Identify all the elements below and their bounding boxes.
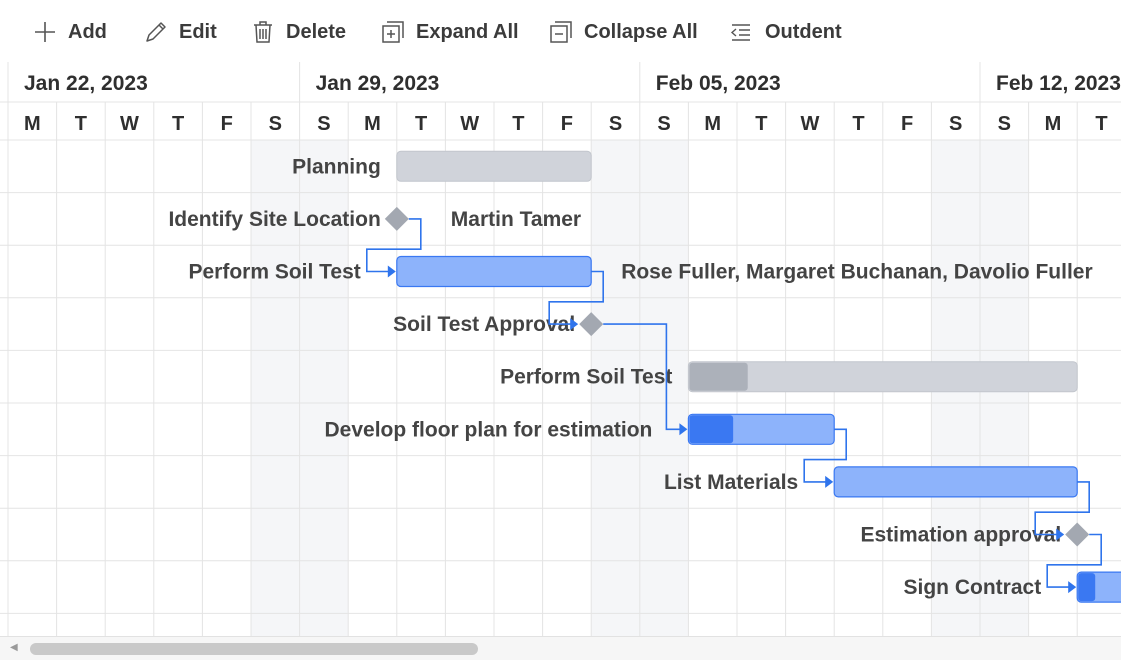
milestone-diamond[interactable] (384, 206, 409, 231)
task-name-label: Develop floor plan for estimation (325, 418, 653, 441)
day-header-label: S (609, 113, 622, 135)
day-header-label: T (1095, 113, 1107, 135)
task-name-label: List Materials (664, 471, 798, 494)
weekend-column (299, 102, 349, 636)
week-header-label: Feb 12, 2023 (996, 72, 1121, 95)
day-header-label: W (120, 113, 139, 135)
summary-task-progress (689, 362, 748, 391)
task-name-label: Perform Soil Test (188, 261, 360, 284)
day-header-label: S (317, 113, 330, 135)
task-name-label: Sign Contract (904, 576, 1042, 599)
scrollbar-thumb[interactable] (30, 643, 478, 655)
task-name-label: Perform Soil Test (500, 366, 672, 389)
day-header-label: M (24, 113, 41, 135)
task-progress (689, 415, 734, 444)
connector-arrowhead (387, 265, 396, 278)
day-header-label: M (364, 113, 381, 135)
day-header-label: F (221, 113, 233, 135)
horizontal-scrollbar[interactable]: ◀ (0, 636, 1121, 660)
day-header-label: M (704, 113, 721, 135)
task-progress (1078, 573, 1096, 602)
day-header-label: T (755, 113, 767, 135)
day-header-label: S (998, 113, 1011, 135)
day-header-label: S (269, 113, 282, 135)
day-header-label: W (460, 113, 479, 135)
day-header-label: M (1045, 113, 1062, 135)
resource-label: Martin Tamer (451, 208, 581, 231)
day-header-label: S (657, 113, 670, 135)
gantt-timeline: Jan 22, 2023 Jan 29, 2023 Feb 05, 2023 Feb … (0, 62, 1121, 636)
summary-task-bar[interactable] (396, 150, 592, 182)
day-header-label: T (512, 113, 524, 135)
task-name-label: Planning (292, 155, 381, 178)
weekend-column (251, 102, 300, 636)
task-name-label: Soil Test Approval (393, 313, 575, 336)
task-bar[interactable] (833, 466, 1078, 498)
task-bar[interactable] (396, 255, 592, 288)
day-header-label: T (172, 113, 184, 135)
week-header-label: Feb 05, 2023 (656, 72, 781, 95)
task-name-label: Estimation approval (860, 524, 1061, 547)
day-header-label: W (800, 113, 819, 135)
day-header-label: F (561, 113, 573, 135)
task-name-label: Identify Site Location (168, 208, 380, 231)
week-header-label: Jan 29, 2023 (316, 72, 440, 95)
day-header-label: S (949, 113, 962, 135)
week-header-label: Jan 22, 2023 (24, 72, 148, 95)
connector-arrowhead (1068, 581, 1077, 594)
day-header-label: T (415, 113, 427, 135)
scroll-left-arrow-icon[interactable]: ◀ (10, 642, 18, 653)
milestone-diamond[interactable] (1065, 522, 1090, 547)
resource-label: Rose Fuller, Margaret Buchanan, Davolio … (621, 261, 1092, 284)
day-header-label: T (75, 113, 87, 135)
day-header-label: T (852, 113, 864, 135)
connector-arrowhead (825, 475, 834, 488)
gantt-chart: Add Edit Delete Expand All Collapse All … (0, 0, 1121, 660)
day-header-label: F (901, 113, 913, 135)
